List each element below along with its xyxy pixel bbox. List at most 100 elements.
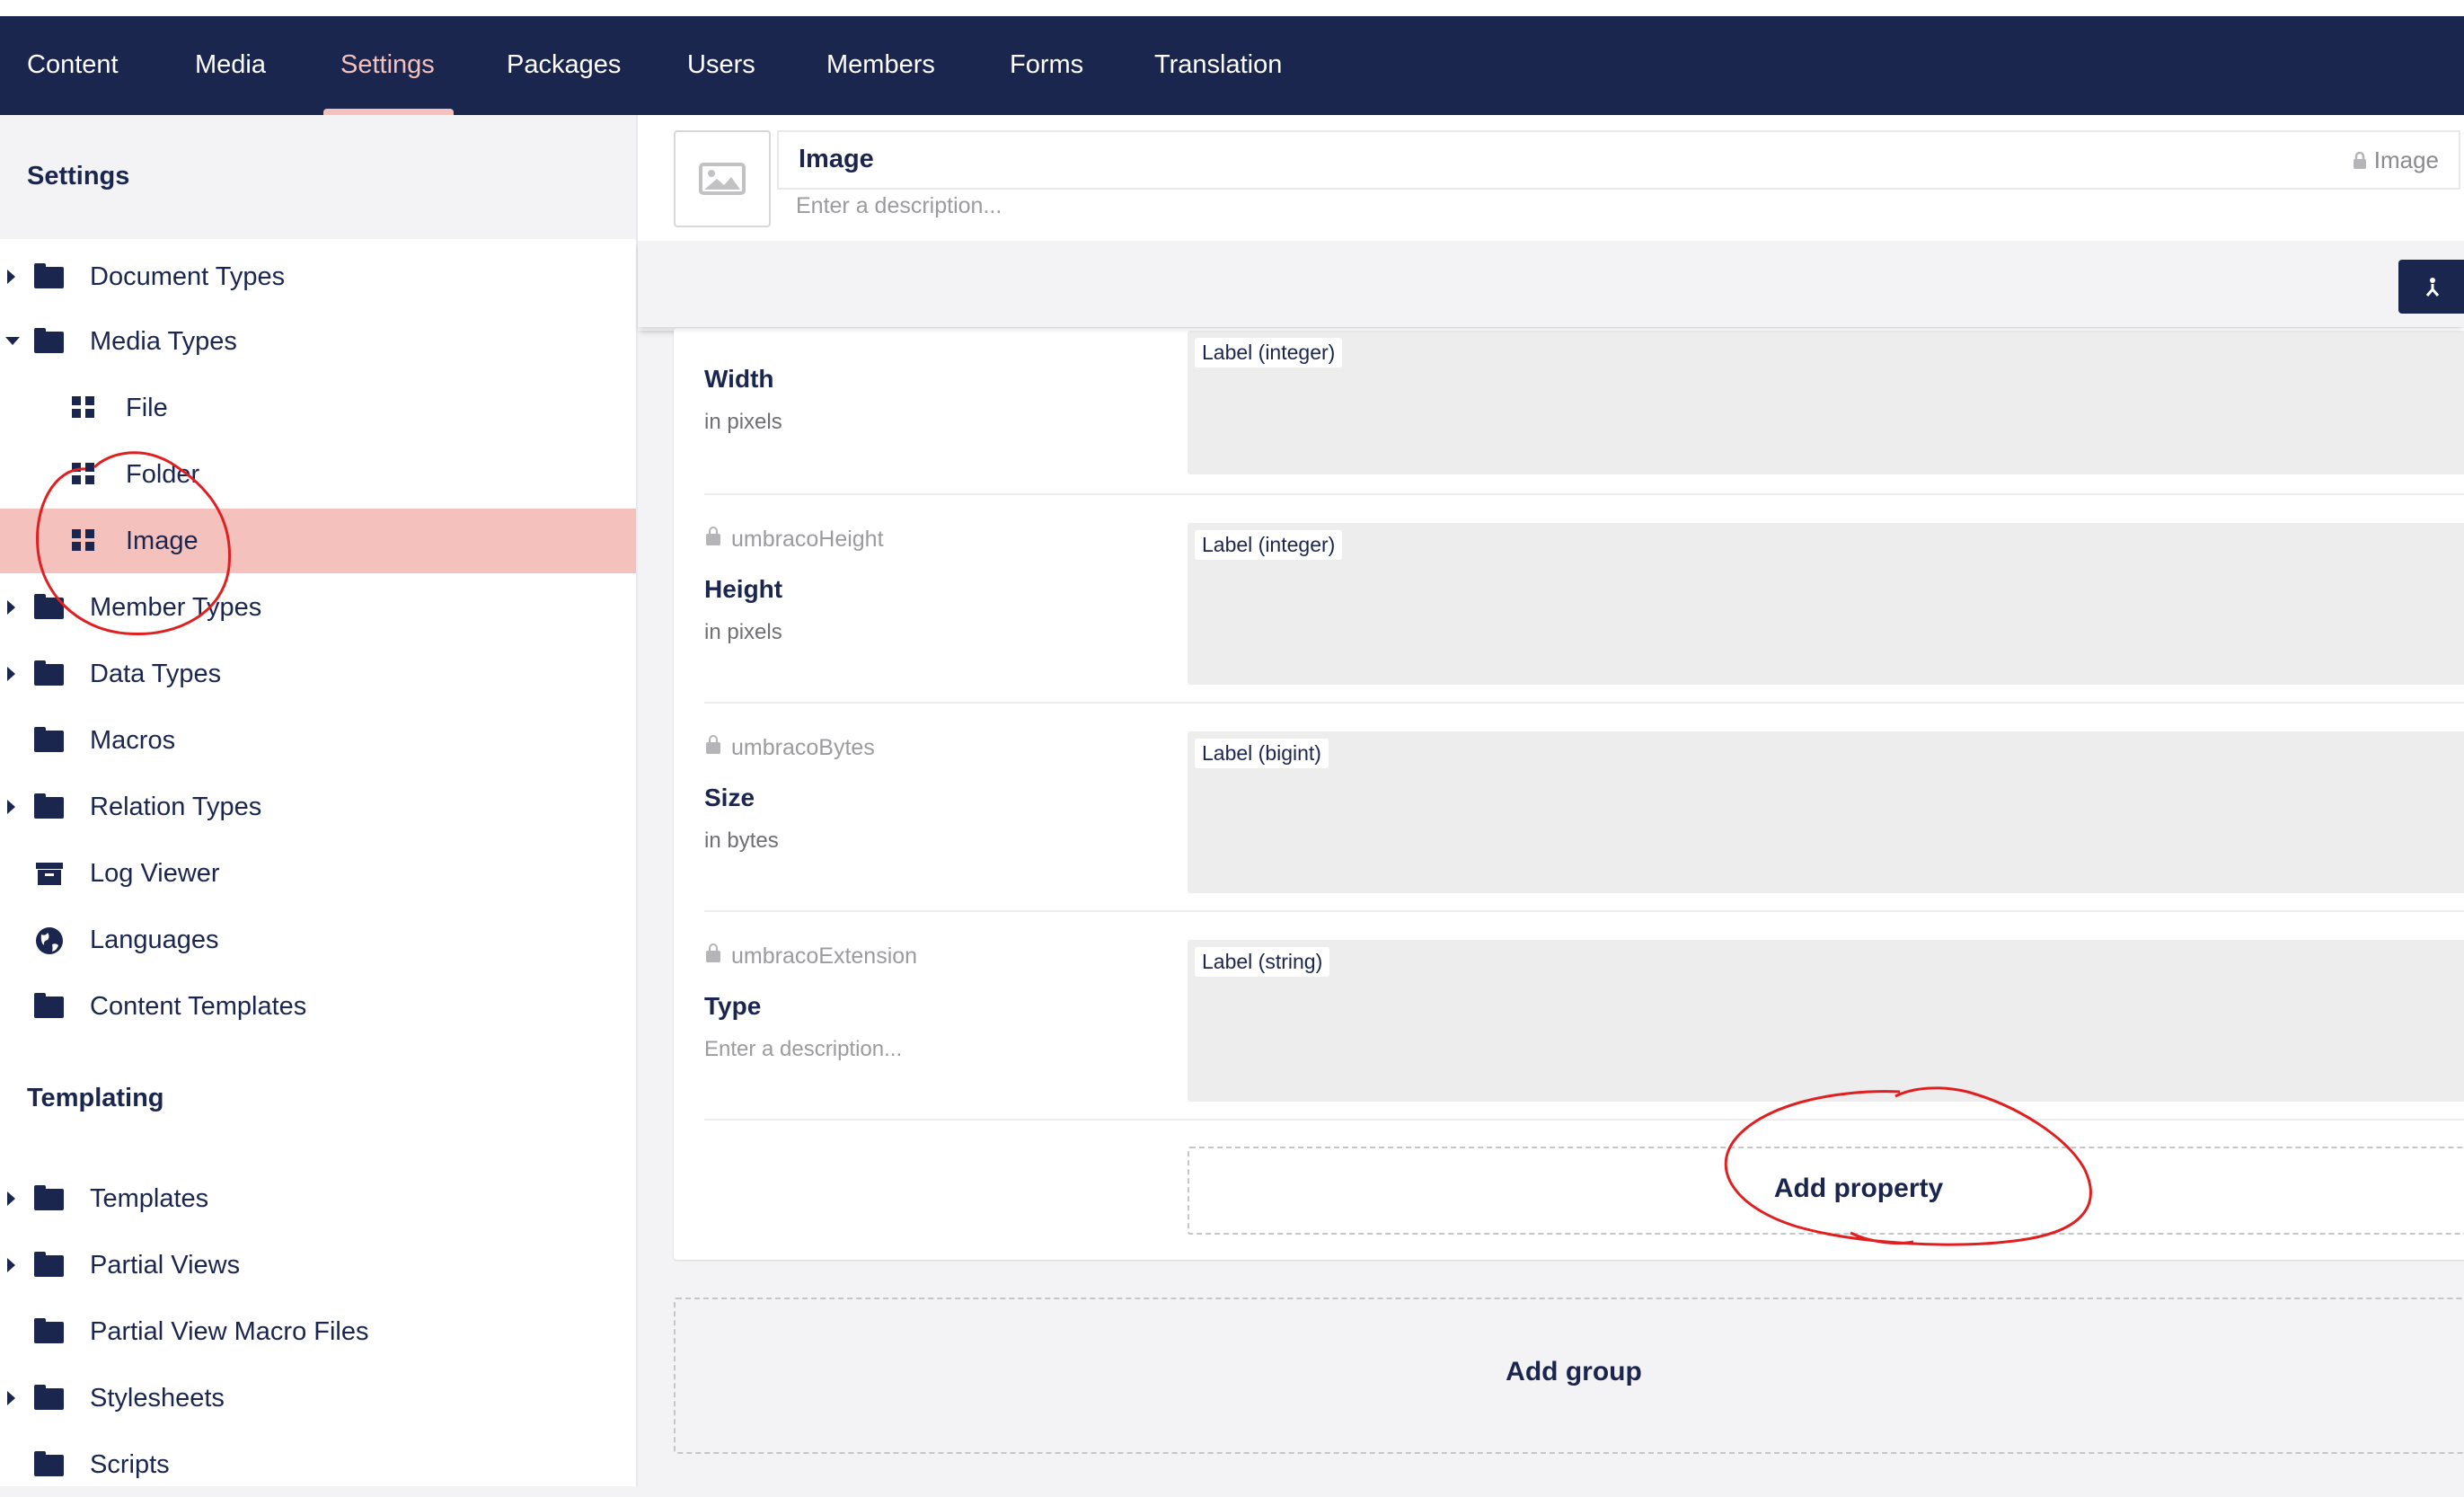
lock-icon xyxy=(2353,151,2366,169)
property-row[interactable]: umbracoBytes Size in bytes Label (bigint… xyxy=(674,721,2464,929)
property-editor-preview[interactable]: Label (bigint) xyxy=(1188,731,2464,893)
caret-right-icon[interactable] xyxy=(7,600,15,615)
active-nav-indicator xyxy=(323,109,454,115)
caret-right-icon[interactable] xyxy=(7,1258,15,1272)
caret-down-icon[interactable] xyxy=(5,337,20,345)
globe-icon xyxy=(34,926,65,954)
tree-item-data-types[interactable]: Data Types xyxy=(0,642,636,706)
property-editor-tag: Label (integer) xyxy=(1195,530,1343,560)
caret-right-icon[interactable] xyxy=(7,1191,15,1206)
folder-icon xyxy=(34,1451,65,1478)
add-property-label: Add property xyxy=(1773,1174,1944,1203)
compositions-button-overlay[interactable] xyxy=(2398,260,2464,314)
property-editor-preview[interactable]: Label (integer) xyxy=(1188,523,2464,685)
grid-icon xyxy=(72,527,102,554)
tree-item-document-types[interactable]: Document Types xyxy=(0,244,636,309)
tree-item-label: Image xyxy=(126,527,199,555)
nav-settings[interactable]: Settings xyxy=(340,16,435,115)
nav-members[interactable]: Members xyxy=(826,16,935,115)
tree-item-label: Data Types xyxy=(90,660,222,688)
tree-item-log-viewer[interactable]: Log Viewer xyxy=(0,841,636,906)
grid-icon xyxy=(72,461,102,488)
name-input[interactable]: Image Image xyxy=(777,130,2460,190)
property-separator xyxy=(704,910,2464,912)
property-name: Type xyxy=(704,992,762,1020)
property-editor-tag: Label (integer) xyxy=(1195,338,1343,368)
archive-icon xyxy=(34,860,65,887)
property-row[interactable]: umbracoHeight Height in pixels Label (in… xyxy=(674,512,2464,721)
tree-item-label: Content Templates xyxy=(90,992,307,1021)
property-description: in pixels xyxy=(704,410,782,434)
tree-item-macros[interactable]: Macros xyxy=(0,708,636,773)
property-separator xyxy=(704,493,2464,495)
settings-section-title: Settings xyxy=(27,162,130,190)
tree-item-file[interactable]: File xyxy=(0,376,636,440)
lock-icon xyxy=(706,943,720,962)
nav-packages[interactable]: Packages xyxy=(507,16,621,115)
nav-media[interactable]: Media xyxy=(195,16,266,115)
nav-users[interactable]: Users xyxy=(687,16,755,115)
tree-item-partial-view-macro-files[interactable]: Partial View Macro Files xyxy=(0,1299,636,1364)
tree-item-label: Partial View Macro Files xyxy=(90,1317,369,1346)
property-editor-tag: Label (string) xyxy=(1195,947,1330,977)
description-input[interactable]: Enter a description... xyxy=(796,193,1002,219)
folder-icon xyxy=(34,1385,65,1412)
folder-icon xyxy=(34,1185,65,1212)
folder-icon xyxy=(34,1252,65,1279)
caret-right-icon[interactable] xyxy=(7,270,15,284)
tree-item-label: Log Viewer xyxy=(90,859,220,888)
tree-item-image[interactable]: Image xyxy=(0,509,636,573)
folder-icon xyxy=(34,660,65,687)
folder-icon xyxy=(34,594,65,621)
name-value: Image xyxy=(799,145,874,173)
tree-item-languages[interactable]: Languages xyxy=(0,908,636,972)
tree-item-partial-views[interactable]: Partial Views xyxy=(0,1233,636,1298)
property-editor-preview[interactable]: Label (string) xyxy=(1188,940,2464,1102)
folder-icon xyxy=(34,263,65,290)
window-top-strip xyxy=(0,0,2464,16)
nav-forms[interactable]: Forms xyxy=(1010,16,1083,115)
tree-item-scripts[interactable]: Scripts xyxy=(0,1432,636,1497)
media-type-icon-picker[interactable] xyxy=(674,130,771,227)
nav-content[interactable]: Content xyxy=(27,16,119,115)
tree-item-label: Relation Types xyxy=(90,793,262,821)
alias-field[interactable]: Image xyxy=(2353,146,2439,174)
caret-right-icon[interactable] xyxy=(7,1391,15,1405)
templating-section-title: Templating xyxy=(27,1084,164,1112)
add-group-button[interactable]: Add group xyxy=(674,1298,2464,1454)
tree-item-media-types[interactable]: Media Types xyxy=(0,309,636,374)
tree-item-templates[interactable]: Templates xyxy=(0,1166,636,1231)
sidebar: Settings Document Types Media Types File… xyxy=(0,115,638,1486)
caret-right-icon[interactable] xyxy=(7,667,15,681)
property-name: Height xyxy=(704,575,783,603)
property-separator xyxy=(704,702,2464,704)
property-name: Width xyxy=(704,365,774,393)
tree-item-member-types[interactable]: Member Types xyxy=(0,575,636,640)
property-alias: umbracoHeight xyxy=(731,527,884,552)
tree-item-label: Scripts xyxy=(90,1450,170,1479)
tree-item-content-templates[interactable]: Content Templates xyxy=(0,974,636,1039)
add-group-label: Add group xyxy=(1506,1357,1642,1386)
property-description: in bytes xyxy=(704,828,779,853)
caret-right-icon[interactable] xyxy=(7,800,15,814)
tree-item-label: Member Types xyxy=(90,593,262,622)
tree-item-label: Media Types xyxy=(90,327,237,356)
add-property-button[interactable]: Add property xyxy=(1188,1147,2464,1235)
settings-section-header: Settings xyxy=(0,115,636,239)
property-name: Size xyxy=(704,784,755,811)
tree-item-relation-types[interactable]: Relation Types xyxy=(0,775,636,839)
property-editor-tag: Label (bigint) xyxy=(1195,739,1329,768)
property-alias: umbracoBytes xyxy=(731,735,875,760)
top-navigation: Content Media Settings Packages Users Me… xyxy=(0,16,2464,115)
folder-icon xyxy=(34,793,65,820)
lock-icon xyxy=(706,527,720,545)
folder-icon xyxy=(34,328,65,355)
tree-item-folder[interactable]: Folder xyxy=(0,442,636,507)
picture-icon xyxy=(699,163,746,195)
grid-icon xyxy=(72,394,102,421)
tree-item-stylesheets[interactable]: Stylesheets xyxy=(0,1366,636,1431)
property-row[interactable]: umbracoExtension Type Enter a descriptio… xyxy=(674,929,2464,1138)
editor-toolbar-overlay xyxy=(638,241,2464,327)
property-editor-preview[interactable]: Label (integer) xyxy=(1188,331,2464,474)
nav-translation[interactable]: Translation xyxy=(1154,16,1282,115)
